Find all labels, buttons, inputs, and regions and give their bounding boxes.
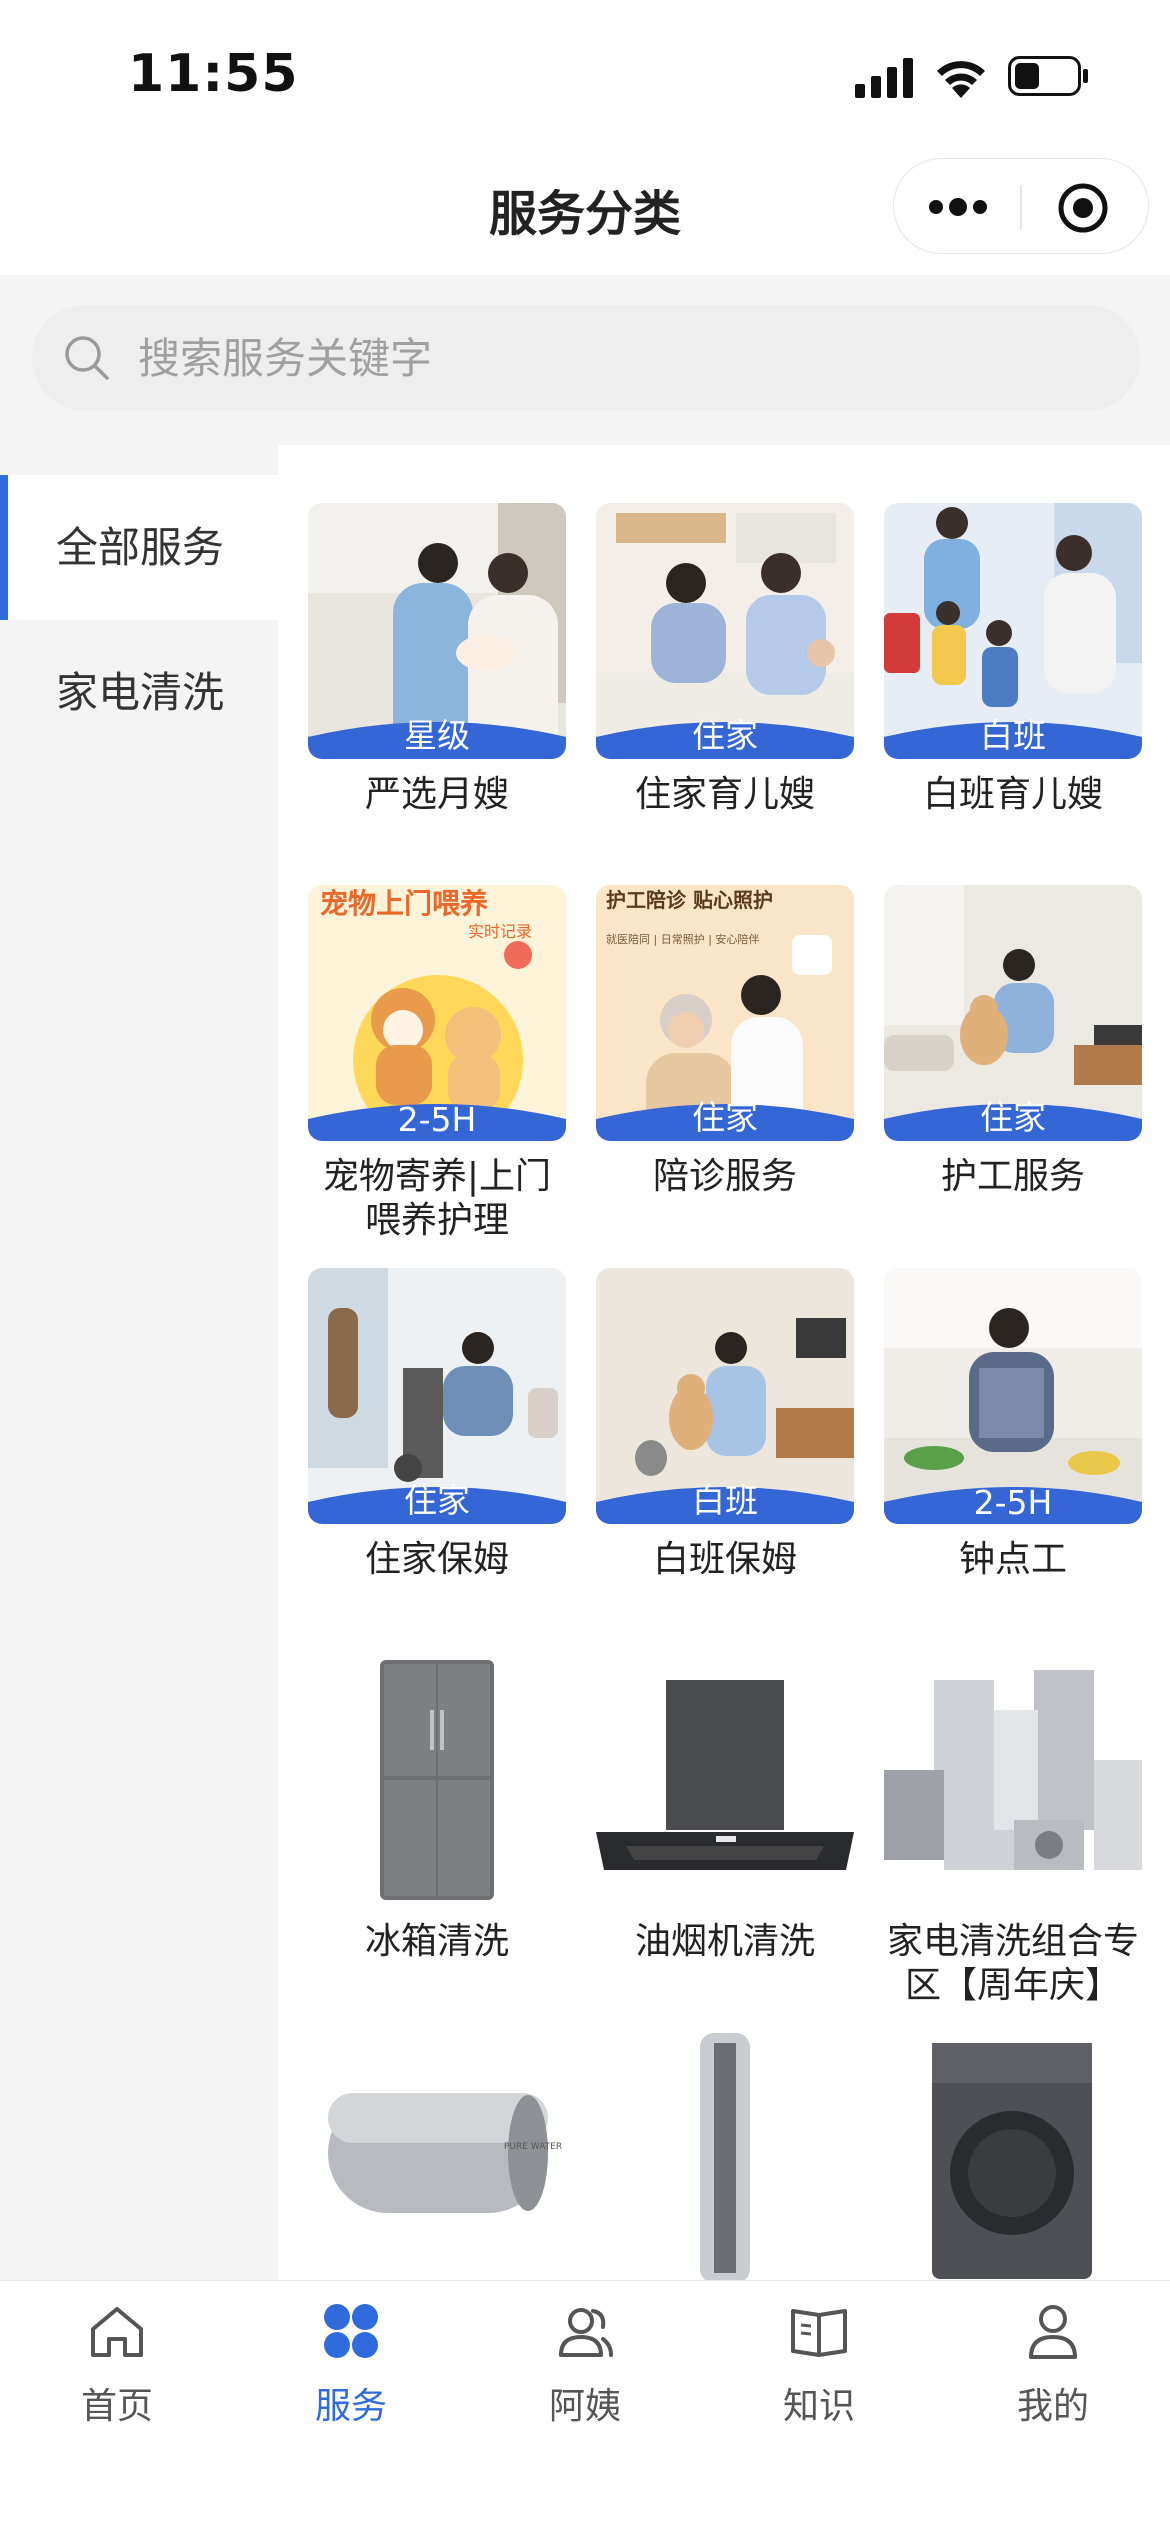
- service-badge: 住家: [692, 1098, 758, 1137]
- tab-label: 阿姨: [548, 2386, 621, 2427]
- service-card-ac-cleaning[interactable]: [596, 2033, 854, 2280]
- tab-aunties[interactable]: 阿姨: [468, 2299, 702, 2459]
- service-image: 宠物上门喂养 实时记录 2-5H: [308, 885, 566, 1141]
- tab-label: 知识: [782, 2386, 855, 2427]
- book-icon: [791, 2309, 847, 2357]
- pet-banner-text: 宠物上门喂养: [320, 887, 488, 920]
- service-name: 宠物寄养|上门喂养护理: [322, 1156, 552, 1241]
- capsule-divider: [1020, 185, 1022, 229]
- service-badge: 2-5H: [397, 1100, 477, 1139]
- service-image: [596, 1650, 854, 1906]
- close-target-icon[interactable]: [1057, 182, 1109, 234]
- service-card-live-in-nanny[interactable]: 住家 住家保姆: [308, 1268, 566, 1582]
- heater-brand-text: PURE WATER: [504, 2142, 562, 2152]
- tab-bar: 首页 服务 阿姨 知识 我的: [0, 2280, 1170, 2532]
- service-name: 白班育儿嫂: [922, 774, 1103, 815]
- service-name: 陪诊服务: [652, 1156, 797, 1197]
- service-card-hourly-worker[interactable]: 2-5H 钟点工: [884, 1268, 1142, 1582]
- service-name: 住家保姆: [364, 1539, 509, 1580]
- search-area: [0, 275, 1170, 445]
- pet-sub-text: 实时记录: [468, 922, 532, 941]
- tab-profile[interactable]: 我的: [936, 2299, 1170, 2459]
- service-card-live-in-childcare[interactable]: 住家 住家育儿嫂: [596, 503, 854, 817]
- battery-icon: [1008, 56, 1088, 96]
- status-bar: 11:55: [0, 0, 1170, 150]
- service-badge: 住家: [692, 716, 758, 755]
- service-image: 住家: [884, 885, 1142, 1141]
- search-box[interactable]: [32, 305, 1140, 411]
- service-image: 住家: [308, 1268, 566, 1524]
- service-card-hospital-escort[interactable]: 护工陪诊 贴心照护 就医陪同 | 日常照护 | 安心陪伴 住家 陪诊服务: [596, 885, 854, 1199]
- service-grid: 星级 严选月嫂 住家 住家育儿嫂 白班 白班育儿嫂 宠物上门喂养 实时记录 2-…: [278, 445, 1170, 2280]
- navigation-bar: 服务分类: [0, 150, 1170, 275]
- service-image: 2-5H: [884, 1268, 1142, 1524]
- tab-knowledge[interactable]: 知识: [702, 2299, 936, 2459]
- home-icon: [91, 2307, 143, 2357]
- tab-label: 我的: [1016, 2386, 1089, 2427]
- service-image: [884, 2033, 1142, 2280]
- tab-services[interactable]: 服务: [234, 2299, 468, 2459]
- people-icon: [559, 2308, 613, 2357]
- status-time: 11:55: [128, 44, 299, 104]
- service-badge: 白班: [980, 716, 1046, 755]
- service-card-washer-cleaning[interactable]: [884, 2033, 1142, 2280]
- service-name: 冰箱清洗: [364, 1921, 509, 1962]
- service-card-daytime-nanny[interactable]: 白班 白班保姆: [596, 1268, 854, 1582]
- service-badge: 住家: [980, 1098, 1046, 1137]
- more-icon[interactable]: [924, 189, 992, 225]
- service-card-fridge-cleaning[interactable]: 冰箱清洗: [308, 1650, 566, 1964]
- sidebar-item-appliance-cleaning[interactable]: 家电清洗: [0, 620, 278, 765]
- escort-sub-text: 就医陪同 | 日常照护 | 安心陪伴: [606, 932, 759, 946]
- service-card-appliance-combo[interactable]: 家电清洗组合专区【周年庆】: [884, 1650, 1142, 2008]
- escort-banner-text: 护工陪诊 贴心照护: [606, 888, 773, 912]
- service-badge: 星级: [404, 716, 470, 755]
- sidebar-item-label: 家电清洗: [56, 668, 225, 717]
- service-image: PURE WATER: [308, 2033, 566, 2280]
- cellular-signal-icon: [855, 58, 913, 98]
- service-name: 白班保姆: [652, 1539, 797, 1580]
- category-sidebar: 全部服务 家电清洗: [0, 445, 278, 2280]
- service-name: 住家育儿嫂: [634, 774, 815, 815]
- service-badge: 住家: [404, 1481, 470, 1520]
- tab-label: 首页: [80, 2386, 153, 2427]
- service-image: 住家: [596, 503, 854, 759]
- service-card-caregiver[interactable]: 住家 护工服务: [884, 885, 1142, 1199]
- service-image: 星级: [308, 503, 566, 759]
- service-name: 钟点工: [958, 1539, 1067, 1580]
- service-card-confinement-nanny[interactable]: 星级 严选月嫂: [308, 503, 566, 817]
- service-name: 严选月嫂: [364, 774, 509, 815]
- service-image: 白班: [884, 503, 1142, 759]
- search-icon: [65, 336, 109, 380]
- tab-label: 服务: [314, 2386, 387, 2427]
- service-name: 护工服务: [940, 1156, 1085, 1197]
- service-badge: 白班: [692, 1481, 758, 1520]
- search-input[interactable]: [138, 323, 1098, 393]
- mini-program-capsule: [893, 158, 1149, 254]
- service-name: 油烟机清洗: [634, 1921, 815, 1962]
- grid-icon: [324, 2304, 378, 2358]
- service-badge: 2-5H: [973, 1483, 1053, 1522]
- service-image: [596, 2033, 854, 2280]
- sidebar-item-label: 全部服务: [56, 523, 225, 572]
- service-name: 家电清洗组合专区【周年庆】: [886, 1921, 1139, 2006]
- service-card-pet-care[interactable]: 宠物上门喂养 实时记录 2-5H 宠物寄养|上门喂养护理: [308, 885, 566, 1243]
- sidebar-item-all-services[interactable]: 全部服务: [0, 475, 278, 620]
- service-card-range-hood-cleaning[interactable]: 油烟机清洗: [596, 1650, 854, 1964]
- wifi-icon: [937, 61, 985, 98]
- service-image: [884, 1650, 1142, 1906]
- person-icon: [1029, 2305, 1077, 2359]
- service-image: 白班: [596, 1268, 854, 1524]
- service-card-daytime-childcare[interactable]: 白班 白班育儿嫂: [884, 503, 1142, 817]
- tab-home[interactable]: 首页: [0, 2299, 234, 2459]
- service-card-water-heater-cleaning[interactable]: PURE WATER: [308, 2033, 566, 2280]
- service-image: [308, 1650, 566, 1906]
- service-image: 护工陪诊 贴心照护 就医陪同 | 日常照护 | 安心陪伴 住家: [596, 885, 854, 1141]
